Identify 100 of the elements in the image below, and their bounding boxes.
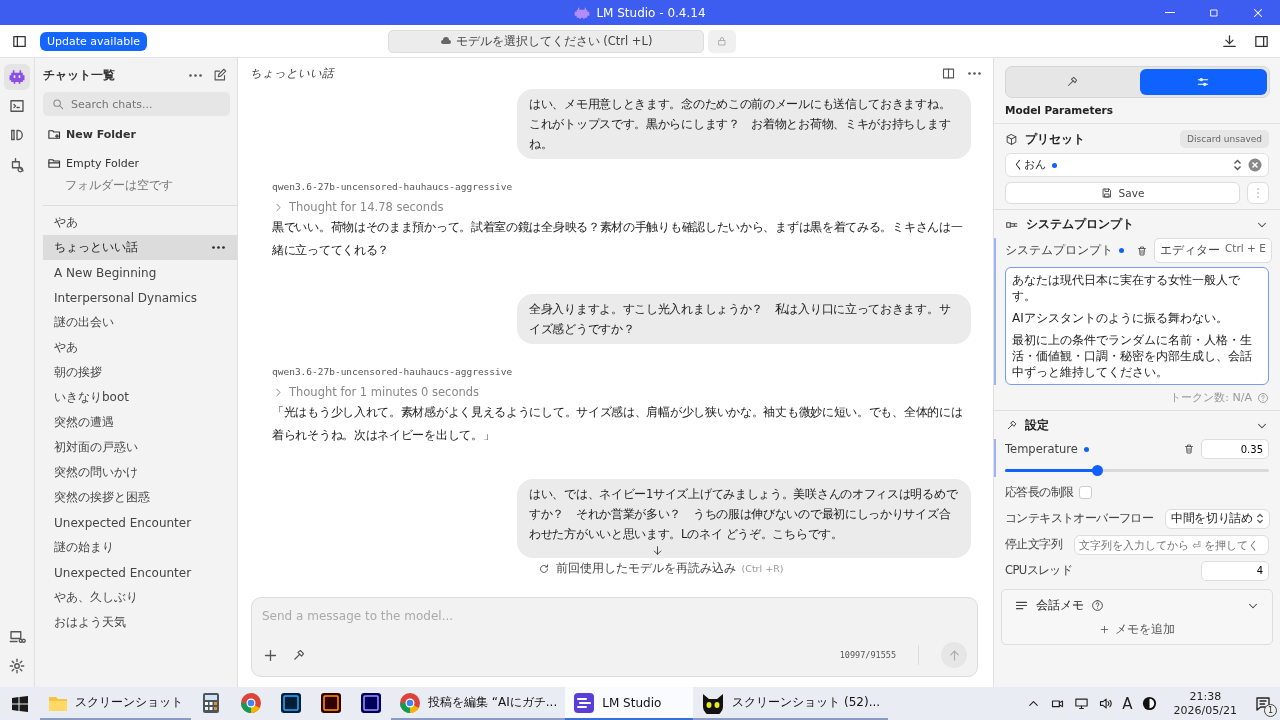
new-folder-button[interactable]: New Folder bbox=[35, 122, 237, 149]
chat-item[interactable]: 朝の挨拶 bbox=[43, 360, 237, 385]
chat-item[interactable]: やあ bbox=[43, 210, 237, 235]
chat-item[interactable]: Interpersonal Dynamics bbox=[43, 285, 237, 310]
empty-folder-note: フォルダーは空です bbox=[64, 178, 174, 194]
help-icon bbox=[1091, 599, 1104, 612]
help-icon bbox=[1257, 391, 1269, 404]
taskbar-button[interactable]: LM Studio bbox=[565, 687, 694, 720]
chat-item[interactable]: ちょっといい話 bbox=[43, 235, 237, 260]
cube-icon bbox=[1005, 132, 1018, 146]
editor-button[interactable]: エディター Ctrl + E bbox=[1154, 238, 1272, 263]
cloud-icon bbox=[440, 37, 451, 45]
window-title: LM Studio - 0.4.14 bbox=[596, 5, 706, 20]
download-icon bbox=[1220, 32, 1238, 50]
taskbar-button[interactable]: スクリーンショット (52)... bbox=[693, 687, 889, 720]
trash-icon bbox=[1183, 443, 1195, 455]
shortcut-hint: (Ctrl +R) bbox=[741, 563, 784, 574]
ime-indicator[interactable]: A bbox=[1122, 694, 1133, 713]
robot-icon bbox=[7, 67, 27, 87]
token-info: トークン数: N/A bbox=[1170, 390, 1252, 405]
field-label: CPUスレッド bbox=[1005, 563, 1073, 578]
temperature-slider[interactable] bbox=[1005, 463, 1269, 477]
notification-icon bbox=[1254, 694, 1272, 713]
app-logo-icon bbox=[573, 691, 596, 714]
lock-icon bbox=[716, 35, 729, 47]
section-title: プリセット bbox=[1025, 130, 1085, 148]
sidebar-title: チャット一覧 bbox=[43, 67, 116, 84]
moon-icon bbox=[1141, 696, 1157, 711]
discard-button[interactable]: Discard unsaved bbox=[1180, 130, 1269, 148]
panel-tab[interactable] bbox=[1139, 69, 1267, 95]
search-icon bbox=[51, 97, 65, 111]
wrench-icon bbox=[1005, 419, 1018, 432]
rail-button[interactable] bbox=[4, 64, 30, 90]
preset-value: くおん bbox=[1013, 158, 1046, 172]
add-note-button[interactable]: メモを追加 bbox=[1099, 622, 1175, 637]
sliders-icon bbox=[1196, 75, 1211, 89]
user-message: 全身入りますよ。すこし光入れましょうか？ 私は入り口に立っておきます。サイズ感どうですか？ bbox=[517, 294, 971, 344]
tools-button[interactable] bbox=[291, 647, 306, 663]
message-input[interactable]: Send a message to the model... bbox=[262, 598, 967, 623]
windows-icon bbox=[12, 695, 28, 712]
section-title: 設定 bbox=[1025, 417, 1049, 434]
chat-item[interactable]: 謎の始まり bbox=[43, 535, 237, 560]
clear-icon bbox=[1248, 158, 1262, 172]
message-composer[interactable]: Send a message to the model... 10997/91555 bbox=[251, 597, 978, 677]
calculator-icon bbox=[202, 691, 220, 714]
update-button[interactable]: Update available bbox=[40, 31, 147, 51]
chat-item[interactable]: A New Beginning bbox=[43, 260, 237, 285]
user-message: はい、では、ネイビー1サイズ上げてみましょう。美咲さんのオフィスは明るめですか？ それか営業が多い？ うちの服は伸びないので最初にしっかりサイズ合わせた方がいいと思います。Lのネイ どうぞ。こちらです。 bbox=[517, 479, 971, 558]
stop-string-input[interactable]: 文字列を入力してから ⏎ を押してく bbox=[1074, 534, 1269, 555]
thought-toggle[interactable]: Thought for 14.78 seconds bbox=[272, 200, 444, 214]
chat-item[interactable]: いきなりboot bbox=[43, 385, 237, 410]
thought-toggle[interactable]: Thought for 1 minutes 0 seconds bbox=[272, 385, 479, 399]
section-title: 会話メモ bbox=[1036, 597, 1084, 614]
chat-item[interactable]: やあ bbox=[43, 335, 237, 360]
cpu-threads-input[interactable]: 4 bbox=[1201, 560, 1269, 581]
assistant-message: 「光はもう少し入れて。素材感がよく見えるようにして。サイズ感は、肩幅が少し狭いかな。袖丈も微妙に短い。でも、全体的には着られそうね。次はネイビーを出して。」 bbox=[272, 404, 964, 444]
save-icon bbox=[1100, 187, 1113, 199]
panel-heading: Model Parameters bbox=[1004, 103, 1114, 118]
chat-item[interactable]: 突然の遭遇 bbox=[43, 410, 237, 435]
field-label: コンテキストオーバーフロー bbox=[1005, 511, 1154, 526]
model-name: qwen3.6-27b-uncensored-hauhaucs-aggressive bbox=[272, 366, 513, 377]
notification-badge: 1 bbox=[1264, 703, 1277, 717]
cat-icon bbox=[701, 691, 726, 714]
taskbar-button[interactable]: スクリーンショット bbox=[40, 687, 191, 720]
plus-icon bbox=[1099, 624, 1110, 635]
split-view-button[interactable] bbox=[941, 66, 956, 81]
taskbar-button[interactable]: 投稿を編集 “AIにガチ... bbox=[391, 687, 566, 720]
more-button[interactable] bbox=[189, 74, 202, 77]
new-chat-button[interactable] bbox=[212, 68, 227, 83]
save-button[interactable]: Save bbox=[1005, 182, 1240, 204]
chat-item[interactable]: 謎の出会い bbox=[43, 310, 237, 335]
prompt-paragraph: あなたは現代日本に実在する女性一般人です。 bbox=[1012, 272, 1241, 304]
overflow-select[interactable]: 中間を切り詰め bbox=[1165, 508, 1271, 529]
clock-date: 2026/05/21 bbox=[1173, 703, 1237, 718]
updown-icon bbox=[1233, 159, 1242, 171]
app-tile-icon bbox=[320, 691, 342, 714]
more-icon bbox=[189, 74, 202, 77]
folder-item[interactable]: Empty Folder bbox=[35, 149, 237, 178]
chat-item[interactable]: 突然の挨拶と困惑 bbox=[43, 485, 237, 510]
chat-item[interactable]: 突然の問いかけ bbox=[43, 460, 237, 485]
system-prompt-field[interactable]: あなたは現代日本に実在する女性一般人です。 AIアシスタントのように振る舞わない。 最初に上の条件でランダムに名前・人格・生活・価値観・口調・秘密を内部生成し、会話中ずっと維持してください。 bbox=[1005, 267, 1269, 385]
volume-icon bbox=[1098, 696, 1114, 711]
browser-icon bbox=[399, 691, 421, 714]
terminal-icon bbox=[8, 97, 26, 115]
preset-select[interactable]: くおん bbox=[1005, 153, 1269, 177]
checkbox[interactable] bbox=[1079, 486, 1093, 499]
delete-button[interactable] bbox=[1183, 443, 1195, 455]
model-selector[interactable]: モデルを選択してください (Ctrl +L) bbox=[388, 29, 705, 53]
search-input[interactable]: Search chats... bbox=[71, 97, 211, 111]
delete-button[interactable] bbox=[1136, 244, 1148, 257]
reload-model-link[interactable]: 前回使用したモデルを再読み込み bbox=[537, 560, 736, 577]
chat-item[interactable]: おはよう天気 bbox=[43, 610, 237, 635]
chat-item[interactable]: Unexpected Encounter bbox=[43, 560, 237, 585]
search-field[interactable]: Search chats... bbox=[43, 92, 230, 116]
chat-item[interactable]: Unexpected Encounter bbox=[43, 510, 237, 535]
temperature-input[interactable]: 0.35 bbox=[1201, 439, 1269, 459]
chat-item[interactable]: 初対面の戸惑い bbox=[43, 435, 237, 460]
more-button[interactable] bbox=[968, 72, 981, 75]
chat-item[interactable]: やあ、久しぶり bbox=[43, 585, 237, 610]
slider-thumb[interactable] bbox=[1092, 464, 1104, 476]
